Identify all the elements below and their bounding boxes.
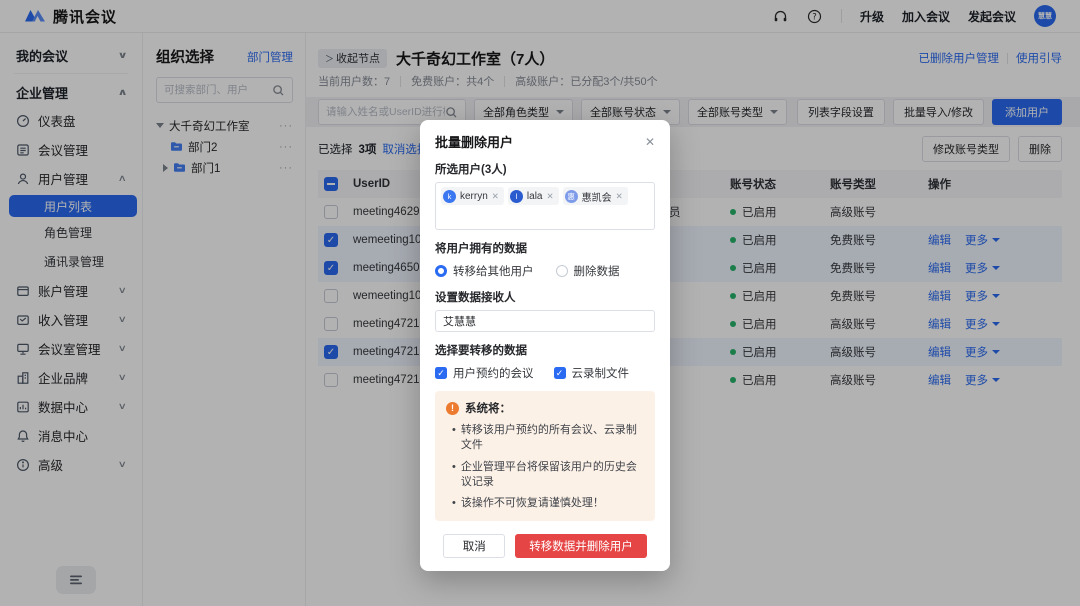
selected-users-label: 所选用户(3人) bbox=[435, 161, 655, 177]
chip-remove-icon[interactable]: ✕ bbox=[616, 191, 623, 202]
checkbox-checked-icon bbox=[554, 367, 566, 379]
radio-transfer-to-user[interactable]: 转移给其他用户 bbox=[435, 263, 534, 279]
checkbox-booked-meetings[interactable]: 用户预约的会议 bbox=[435, 365, 534, 381]
cancel-button[interactable]: 取消 bbox=[443, 534, 505, 558]
modal-title: 批量删除用户 bbox=[435, 132, 513, 151]
avatar: 惠 bbox=[565, 190, 578, 203]
transfer-and-delete-button[interactable]: 转移数据并删除用户 bbox=[515, 534, 647, 558]
avatar: l bbox=[510, 190, 523, 203]
select-data-label: 选择要转移的数据 bbox=[435, 342, 655, 358]
chip-remove-icon[interactable]: ✕ bbox=[492, 191, 499, 202]
warning-title: 系统将： bbox=[465, 400, 511, 416]
checkbox-cloud-recordings[interactable]: 云录制文件 bbox=[554, 365, 630, 381]
warning-item: 转移该用户预约的所有会议、云录制文件 bbox=[446, 423, 644, 453]
app-window: 腾讯会议 ? 升级 加入会议 发起会议 慧慧 bbox=[0, 0, 1080, 606]
chip-remove-icon[interactable]: ✕ bbox=[547, 191, 554, 202]
user-chip: 惠 惠凯会 ✕ bbox=[563, 187, 628, 205]
warning-item-text: 企业管理平台将保留该用户的历史会议记录 bbox=[461, 460, 644, 490]
chip-name: 惠凯会 bbox=[582, 189, 612, 204]
warning-item-text: 转移该用户预约的所有会议、云录制文件 bbox=[461, 423, 644, 453]
close-icon[interactable]: ✕ bbox=[645, 136, 655, 148]
checkbox-checked-icon bbox=[435, 367, 447, 379]
radio-delete-label: 删除数据 bbox=[574, 263, 620, 279]
receiver-input[interactable] bbox=[435, 310, 655, 332]
user-chip: l lala ✕ bbox=[508, 187, 559, 205]
booked-meetings-label: 用户预约的会议 bbox=[453, 365, 534, 381]
radio-delete-data[interactable]: 删除数据 bbox=[556, 263, 620, 279]
selected-users-box: k kerryn ✕ l lala ✕ 惠 惠凯会 ✕ bbox=[435, 182, 655, 230]
radio-on-icon bbox=[435, 265, 447, 277]
warning-item-text: 该操作不可恢复请谨慎处理！ bbox=[461, 496, 604, 511]
warning-item: 该操作不可恢复请谨慎处理！ bbox=[446, 496, 644, 511]
warning-icon: ! bbox=[446, 402, 459, 415]
radio-off-icon bbox=[556, 265, 568, 277]
warning-item: 企业管理平台将保留该用户的历史会议记录 bbox=[446, 460, 644, 490]
own-data-label: 将用户拥有的数据 bbox=[435, 240, 655, 256]
avatar: k bbox=[443, 190, 456, 203]
receiver-label: 设置数据接收人 bbox=[435, 289, 655, 305]
warning-panel: ! 系统将： 转移该用户预约的所有会议、云录制文件 企业管理平台将保留该用户的历… bbox=[435, 391, 655, 521]
chip-name: lala bbox=[527, 191, 543, 202]
user-chip: k kerryn ✕ bbox=[441, 187, 504, 205]
cloud-recordings-label: 云录制文件 bbox=[572, 365, 630, 381]
chip-name: kerryn bbox=[460, 191, 488, 202]
batch-delete-modal: 批量删除用户 ✕ 所选用户(3人) k kerryn ✕ l lala ✕ 惠 … bbox=[420, 120, 670, 571]
radio-transfer-label: 转移给其他用户 bbox=[453, 263, 534, 279]
